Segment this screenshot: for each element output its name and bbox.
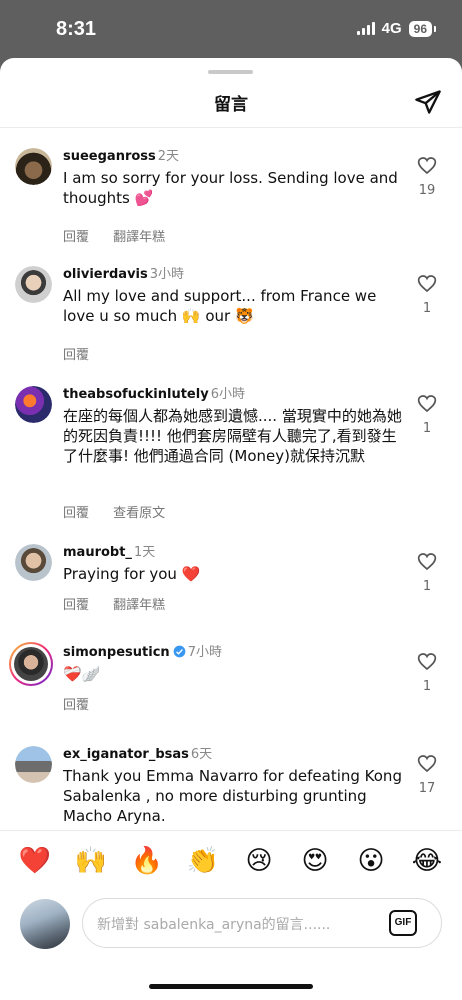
avatar[interactable] — [15, 148, 52, 185]
like-control: 17 — [415, 754, 439, 796]
translate-button[interactable]: 翻譯年糕 — [113, 230, 165, 245]
signal-icon — [356, 22, 375, 35]
comment-actions: 回覆 — [63, 694, 89, 713]
comment-text: Thank you Emma Navarro for defeating Kon… — [63, 767, 402, 825]
comment-username[interactable]: theabsofuckinlutely — [63, 387, 209, 402]
comment-input[interactable]: 新增對 sabalenka_aryna的留言...... GIF — [82, 898, 442, 948]
like-control: 1 — [415, 652, 439, 694]
like-count: 1 — [422, 421, 432, 436]
like-count: 19 — [418, 183, 436, 198]
comment-composer: 新增對 sabalenka_aryna的留言...... GIF — [0, 894, 462, 964]
like-count: 1 — [422, 679, 432, 694]
reaction-laughing[interactable]: 😂 — [410, 845, 444, 877]
reply-button[interactable]: 回覆 — [63, 598, 89, 613]
comment-text: ❤️‍🩹🪽 — [63, 665, 101, 683]
comment-time: 3小時 — [149, 267, 185, 282]
comment-time: 7小時 — [187, 645, 222, 660]
sheet-header: 留言 — [0, 82, 462, 128]
heart-icon[interactable] — [417, 274, 437, 293]
like-control: 1 — [415, 552, 439, 594]
avatar[interactable] — [15, 544, 52, 581]
comment-username[interactable]: simonpesuticn — [63, 645, 170, 660]
like-count: 17 — [418, 781, 436, 796]
comment-text: 在座的每個人都為她感到遺憾.... 當現實中的她為她的死因負責!!!! 他們套房… — [63, 407, 402, 465]
comment-actions: 回覆 翻譯年糕 — [63, 226, 165, 245]
status-time: 8:31 — [56, 18, 97, 40]
comment-time: 2天 — [157, 149, 180, 164]
like-control: 19 — [415, 156, 439, 198]
comment-time: 6天 — [190, 747, 213, 762]
reaction-fire[interactable]: 🔥 — [130, 845, 164, 877]
heart-icon[interactable] — [417, 754, 437, 773]
gif-button[interactable]: GIF — [389, 910, 417, 936]
comment-time: 6小時 — [210, 387, 245, 402]
comment-actions: 回覆 查看原文 — [63, 502, 165, 521]
heart-icon[interactable] — [417, 552, 437, 571]
translate-button[interactable]: 翻譯年糕 — [113, 598, 165, 613]
like-control: 1 — [415, 274, 439, 316]
reply-button[interactable]: 回覆 — [63, 698, 89, 713]
comment-username[interactable]: olivierdavis — [63, 267, 148, 282]
heart-icon[interactable] — [417, 394, 437, 413]
status-icons: 4G 96 — [356, 20, 437, 37]
comments-sheet: 留言 sueeganross 2天 I am so sorry for your … — [0, 58, 462, 1000]
comment-username[interactable]: maurobt_ — [63, 545, 132, 560]
avatar[interactable] — [9, 642, 53, 686]
battery-icon: 96 — [408, 20, 437, 37]
like-control: 1 — [415, 394, 439, 436]
comment-text: All my love and support... from France w… — [63, 287, 377, 325]
verified-badge-icon — [173, 645, 186, 658]
comment-username[interactable]: ex_iganator_bsas — [63, 747, 189, 762]
sheet-title: 留言 — [214, 95, 248, 115]
status-bar: 8:31 4G 96 — [0, 0, 462, 58]
quick-reactions-bar: ❤️ 🙌 🔥 👏 😢 😍 😮 😂 — [0, 830, 462, 894]
send-icon[interactable] — [414, 88, 442, 116]
avatar[interactable] — [15, 386, 52, 423]
home-indicator — [149, 984, 313, 989]
like-count: 1 — [422, 579, 432, 594]
network-label: 4G — [381, 20, 402, 37]
comment-actions: 回覆 翻譯年糕 — [63, 594, 165, 613]
heart-icon[interactable] — [417, 652, 437, 671]
like-count: 1 — [422, 301, 432, 316]
reaction-surprised[interactable]: 😮 — [354, 845, 388, 877]
reply-button[interactable]: 回覆 — [63, 230, 89, 245]
comment-actions: 回覆 — [63, 344, 89, 363]
comment-time: 1天 — [133, 545, 156, 560]
see-original-button[interactable]: 查看原文 — [113, 506, 165, 521]
reply-button[interactable]: 回覆 — [63, 506, 89, 521]
sheet-grabber[interactable] — [208, 70, 253, 74]
reaction-heart-eyes[interactable]: 😍 — [298, 845, 332, 877]
comment-input-placeholder: 新增對 sabalenka_aryna的留言...... — [97, 917, 331, 933]
avatar[interactable] — [15, 266, 52, 303]
reaction-raised-hands[interactable]: 🙌 — [74, 845, 108, 877]
heart-icon[interactable] — [417, 156, 437, 175]
avatar[interactable] — [15, 746, 52, 783]
reaction-clap[interactable]: 👏 — [186, 845, 220, 877]
comment-username[interactable]: sueeganross — [63, 149, 156, 164]
comment-text: Praying for you ❤️ — [63, 565, 201, 583]
reaction-heart[interactable]: ❤️ — [18, 845, 52, 877]
current-user-avatar — [20, 899, 70, 949]
reaction-crying[interactable]: 😢 — [242, 845, 276, 877]
comment-text: I am so sorry for your loss. Sending lov… — [63, 169, 398, 207]
reply-button[interactable]: 回覆 — [63, 348, 89, 363]
